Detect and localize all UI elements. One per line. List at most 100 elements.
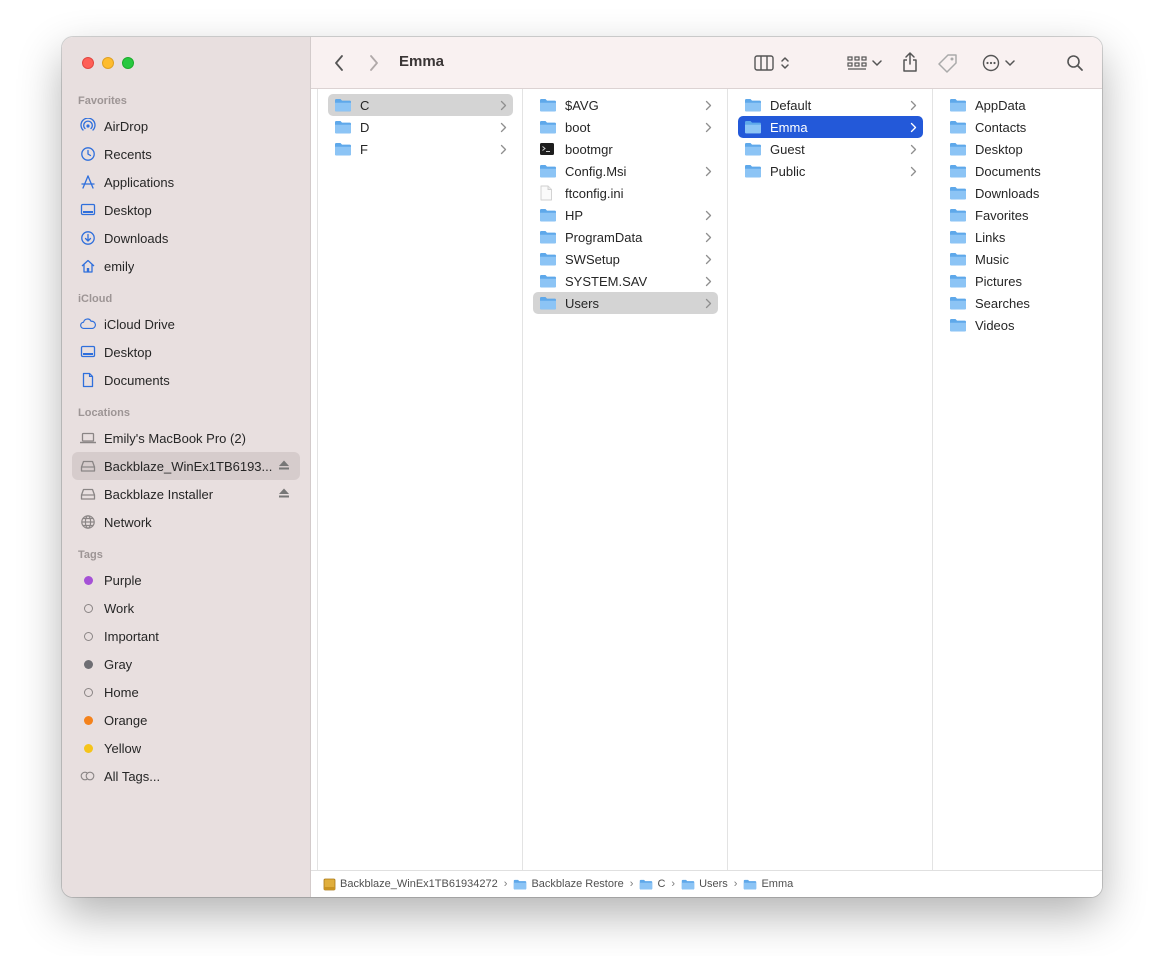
- folder-row-guest[interactable]: Guest: [738, 138, 923, 160]
- item-name: C: [360, 97, 370, 113]
- sidebar-item-backblaze-winex1tb6193[interactable]: Backblaze_WinEx1TB6193...: [72, 452, 300, 480]
- path-crumb-backblaze-restore[interactable]: Backblaze Restore: [513, 878, 624, 890]
- folder-row-config-msi[interactable]: Config.Msi: [533, 160, 718, 182]
- sidebar-item-orange[interactable]: Orange: [72, 706, 300, 734]
- folder-row-videos[interactable]: Videos: [943, 314, 1102, 336]
- folder-row-emma[interactable]: Emma: [738, 116, 923, 138]
- forward-button[interactable]: [366, 53, 382, 73]
- more-actions-button[interactable]: [979, 53, 1017, 73]
- sidebar-item-work[interactable]: Work: [72, 594, 300, 622]
- search-button[interactable]: [1065, 53, 1085, 73]
- eject-icon[interactable]: [278, 459, 290, 471]
- eject-icon[interactable]: [278, 487, 290, 499]
- sidebar-item-home[interactable]: Home: [72, 678, 300, 706]
- sidebar-item-label: Network: [104, 514, 152, 530]
- sidebar-item-network[interactable]: Network: [72, 508, 300, 536]
- sidebar-item-airdrop[interactable]: AirDrop: [72, 112, 300, 140]
- airdrop-icon: [80, 118, 96, 134]
- path-crumb-emma[interactable]: Emma: [743, 878, 793, 890]
- sidebar-item-recents[interactable]: Recents: [72, 140, 300, 168]
- folder-icon: [949, 252, 967, 266]
- tag-dot: [83, 743, 93, 753]
- folder-icon: [949, 230, 967, 244]
- folder-row-swsetup[interactable]: SWSetup: [533, 248, 718, 270]
- share-icon: [903, 52, 917, 72]
- folder-row-documents[interactable]: Documents: [943, 160, 1102, 182]
- laptop-icon: [80, 430, 96, 446]
- path-crumb-backblaze-winex1tb61934272[interactable]: Backblaze_WinEx1TB61934272: [323, 878, 498, 891]
- toolbar: Emma: [311, 37, 1102, 89]
- close-button[interactable]: [82, 57, 94, 69]
- sidebar-item-downloads[interactable]: Downloads: [72, 224, 300, 252]
- folder-row-users[interactable]: Users: [533, 292, 718, 314]
- path-crumb-users[interactable]: Users: [681, 878, 728, 890]
- sidebar-item-emily[interactable]: emily: [72, 252, 300, 280]
- tag-color-dot-icon: [80, 740, 96, 756]
- item-name: F: [360, 141, 368, 157]
- folder-icon: [949, 142, 967, 156]
- folder-row-contacts[interactable]: Contacts: [943, 116, 1102, 138]
- folder-row-f[interactable]: F: [328, 138, 513, 160]
- folder-row-avg[interactable]: $AVG: [533, 94, 718, 116]
- item-name: Guest: [770, 141, 805, 157]
- folder-row-appdata[interactable]: AppData: [943, 94, 1102, 116]
- path-crumb-c[interactable]: C: [639, 878, 665, 890]
- chevron-right-icon: [910, 165, 917, 177]
- folder-icon: [949, 186, 967, 200]
- sidebar-item-desktop[interactable]: Desktop: [72, 338, 300, 366]
- share-button[interactable]: [901, 50, 919, 74]
- tag-dot: [83, 659, 93, 669]
- folder-row-desktop[interactable]: Desktop: [943, 138, 1102, 160]
- folder-icon: [539, 230, 557, 244]
- path-bar: Backblaze_WinEx1TB61934272 › Backblaze Res…: [311, 870, 1102, 897]
- folder-row-default[interactable]: Default: [738, 94, 923, 116]
- sidebar-item-label: AirDrop: [104, 118, 149, 134]
- tag-button[interactable]: [935, 53, 959, 73]
- sidebar-item-yellow[interactable]: Yellow: [72, 734, 300, 762]
- folder-row-favorites[interactable]: Favorites: [943, 204, 1102, 226]
- folder-row-hp[interactable]: HP: [533, 204, 718, 226]
- sidebar-item-desktop[interactable]: Desktop: [72, 196, 300, 224]
- file-row-ftconfig-ini[interactable]: ftconfig.ini: [533, 182, 718, 204]
- folder-row-programdata[interactable]: ProgramData: [533, 226, 718, 248]
- sidebar-item-label: Backblaze Installer: [104, 486, 214, 502]
- folder-row-d[interactable]: D: [328, 116, 513, 138]
- sidebar-item-label: Work: [104, 600, 135, 616]
- finder-window: Favorites AirDrop Recents Applications Deskt…: [62, 37, 1102, 897]
- folder-row-public[interactable]: Public: [738, 160, 923, 182]
- sidebar-item-emily-s-macbook-pro-2[interactable]: Emily's MacBook Pro (2): [72, 424, 300, 452]
- folder-row-searches[interactable]: Searches: [943, 292, 1102, 314]
- zoom-button[interactable]: [122, 57, 134, 69]
- sidebar-item-gray[interactable]: Gray: [72, 650, 300, 678]
- sidebar-item-purple[interactable]: Purple: [72, 566, 300, 594]
- item-name: Public: [770, 163, 806, 179]
- sidebar-item-all-tags[interactable]: All Tags...: [72, 762, 300, 790]
- sidebar-section-icloud: iCloud: [78, 293, 113, 305]
- sidebar-item-backblaze-installer[interactable]: Backblaze Installer: [72, 480, 300, 508]
- folder-row-boot[interactable]: boot: [533, 116, 718, 138]
- group-button[interactable]: [845, 53, 883, 73]
- path-separator-icon: ›: [503, 878, 508, 890]
- sidebar-item-applications[interactable]: Applications: [72, 168, 300, 196]
- item-name: Music: [975, 251, 1009, 267]
- folder-row-system-sav[interactable]: SYSTEM.SAV: [533, 270, 718, 292]
- folder-row-links[interactable]: Links: [943, 226, 1102, 248]
- file-row-bootmgr[interactable]: bootmgr: [533, 138, 718, 160]
- chevron-right-icon: [910, 121, 917, 133]
- back-button[interactable]: [331, 53, 347, 73]
- item-name: Links: [975, 229, 1006, 245]
- view-mode-button[interactable]: [751, 53, 793, 73]
- sidebar-item-label: Yellow: [104, 740, 142, 756]
- minimize-button[interactable]: [102, 57, 114, 69]
- folder-icon: [539, 274, 557, 288]
- folder-row-c[interactable]: C: [328, 94, 513, 116]
- browser-column-3: Default Emma Guest Public: [728, 89, 933, 870]
- sidebar-item-documents[interactable]: Documents: [72, 366, 300, 394]
- browser-column-1: CDF: [318, 89, 523, 870]
- folder-row-downloads[interactable]: Downloads: [943, 182, 1102, 204]
- folder-row-pictures[interactable]: Pictures: [943, 270, 1102, 292]
- folder-row-music[interactable]: Music: [943, 248, 1102, 270]
- folder-icon: [744, 142, 762, 156]
- sidebar-item-important[interactable]: Important: [72, 622, 300, 650]
- sidebar-item-icloud-drive[interactable]: iCloud Drive: [72, 310, 300, 338]
